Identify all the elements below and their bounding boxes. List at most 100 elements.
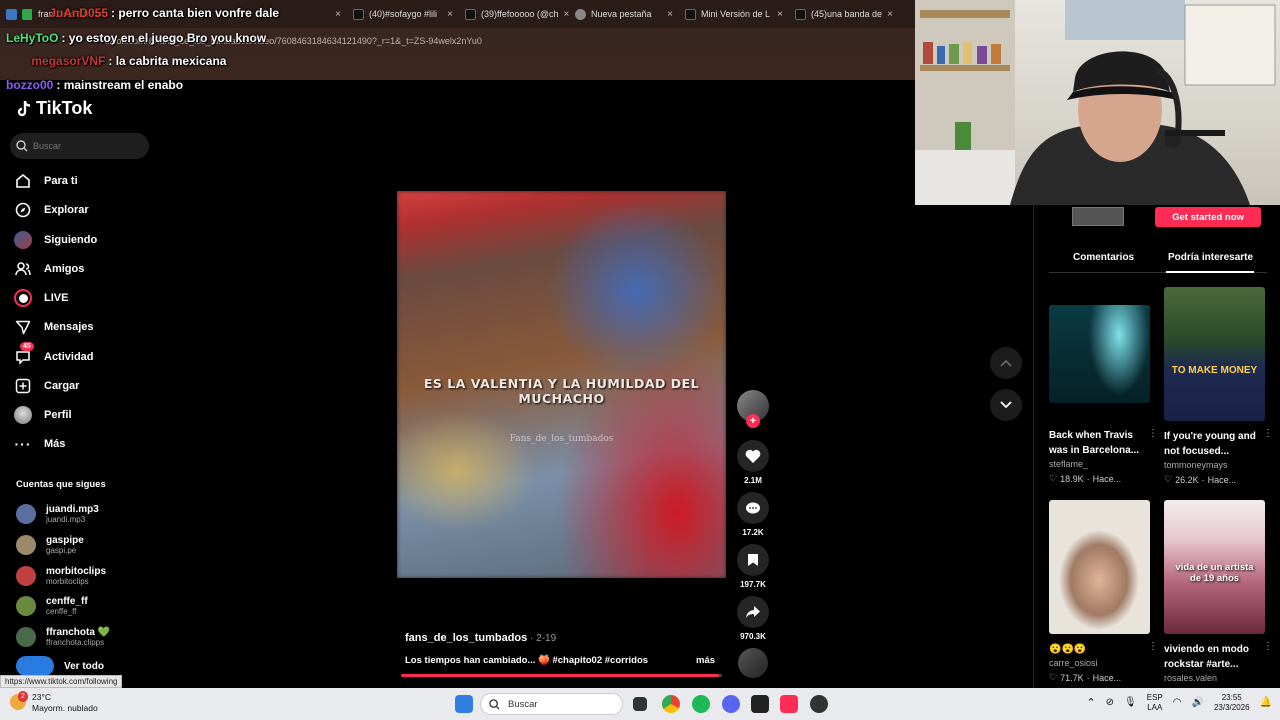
video-progress-bar[interactable]	[401, 674, 722, 677]
following-section-title: Cuentas que sigues	[16, 479, 106, 490]
chat-text: yo estoy en el juego Bro you know	[68, 31, 267, 45]
messages-icon	[14, 318, 32, 336]
thumbnail-overlay-text: vida de un artista de 19 años	[1175, 562, 1254, 584]
nav-perfil[interactable]: Perfil	[14, 403, 154, 427]
network-icon[interactable]: ⊘	[1106, 698, 1114, 708]
chevron-up-icon[interactable]: ⌃	[1086, 698, 1095, 709]
more-options-icon[interactable]: ⋮	[1263, 641, 1273, 652]
more-link[interactable]: más	[696, 655, 715, 666]
sound-avatar-button[interactable]	[737, 648, 769, 678]
nav-siguiendo[interactable]: Siguiendo	[14, 228, 154, 252]
nav-para-ti[interactable]: Para ti	[14, 169, 154, 193]
card-author: carre_osiosi	[1049, 658, 1098, 668]
profile-icon	[14, 406, 32, 424]
recommended-video-card[interactable]: vida de un artista de 19 años viviendo e…	[1164, 500, 1273, 683]
search-input[interactable]	[33, 141, 133, 151]
video-thumbnail	[1049, 500, 1150, 634]
clock[interactable]: 23:55 23/3/2026	[1214, 693, 1250, 713]
tab-2[interactable]: (39)ffefooooo (@ch ×	[459, 0, 569, 28]
close-icon[interactable]: ×	[667, 9, 673, 20]
microphone-icon[interactable]: 🎙	[1124, 698, 1137, 708]
previous-video-button[interactable]	[990, 347, 1022, 379]
bookmark-button[interactable]: 197.7K	[737, 544, 769, 589]
discord-icon[interactable]	[722, 695, 740, 713]
tab-label: (40)#sofaygo #lili	[369, 9, 438, 19]
see-all-label: Ver todo	[64, 660, 105, 672]
card-title: If you're young and not focused...	[1164, 431, 1256, 457]
tab-comentarios[interactable]: Comentarios	[1073, 252, 1134, 263]
language-code: ESP	[1146, 693, 1163, 702]
get-started-button[interactable]: Get started now	[1155, 207, 1261, 227]
recommended-video-card[interactable]: 😮😮😮 ⋮ carre_osiosi ♡ 71.7K · Hace...	[1049, 500, 1158, 683]
avatar	[16, 504, 36, 524]
following-account[interactable]: morbitoclips morbitoclips	[16, 562, 156, 590]
nav-live[interactable]: LIVE	[14, 286, 154, 310]
like-button[interactable]: 2.1M	[737, 440, 769, 485]
volume-icon[interactable]: 🔊	[1192, 698, 1204, 708]
search-box[interactable]	[10, 133, 149, 159]
recommended-video-card[interactable]: Back when Travis was in Barcelona... ⋮ s…	[1049, 305, 1158, 484]
spotify-icon[interactable]	[692, 695, 710, 713]
account-handle: cenffe_ff	[46, 607, 77, 616]
tab-podria-interesarte[interactable]: Podría interesarte	[1168, 252, 1253, 263]
following-account[interactable]: gaspipe gaspi.pe	[16, 531, 156, 559]
tiktok-icon	[795, 8, 806, 20]
tab-label: Nueva pestaña	[591, 9, 652, 19]
nav-amigos[interactable]: Amigos	[14, 257, 154, 281]
obs-icon[interactable]	[810, 695, 828, 713]
video-player[interactable]: ES LA VALENTIA Y LA HUMILDAD DEL MUCHACH…	[397, 191, 726, 578]
nav-label: Actividad	[44, 351, 94, 363]
comment-icon	[737, 492, 769, 524]
more-options-icon[interactable]: ⋮	[1148, 641, 1158, 652]
video-author[interactable]: fans_de_los_tumbados · 2-19	[405, 632, 556, 644]
following-account[interactable]: ffranchota 💚 ffranchota.clipps	[16, 623, 156, 651]
weather-widget[interactable]: 2 23°C Mayorm. nublado	[10, 691, 98, 714]
taskbar-search[interactable]: Buscar	[480, 693, 623, 715]
avatar	[16, 627, 36, 647]
follow-plus-button[interactable]: +	[746, 414, 760, 428]
close-icon[interactable]: ×	[335, 9, 341, 20]
language-indicator[interactable]: ESP LAA	[1147, 693, 1163, 713]
tab-5[interactable]: (45)una banda de ×	[789, 0, 899, 28]
notification-bell-icon[interactable]: 🔔	[1260, 698, 1272, 708]
share-button[interactable]: 970.3K	[737, 596, 769, 641]
tiktok-icon[interactable]	[780, 695, 798, 713]
clock-time: 23:55	[1221, 693, 1242, 702]
nav-explorar[interactable]: Explorar	[14, 198, 154, 222]
more-options-icon[interactable]: ⋮	[1148, 428, 1158, 439]
following-account[interactable]: cenffe_ff cenffe_ff	[16, 592, 156, 620]
chat-message: JuAnD055: perro canta bien vonfre dale	[49, 6, 280, 20]
avatar	[16, 596, 36, 616]
tab-4[interactable]: Mini Versión de L ×	[679, 0, 789, 28]
like-count: 18.9K	[1060, 473, 1084, 484]
following-account[interactable]: juandi.mp3 juandi.mp3	[16, 500, 156, 528]
nav-mensajes[interactable]: Mensajes	[14, 315, 154, 339]
close-icon[interactable]: ×	[887, 9, 893, 20]
chat-message: bozzo00: mainstream el enabo	[6, 78, 184, 92]
comment-button[interactable]: 17.2K	[737, 492, 769, 537]
wifi-icon[interactable]: ◠	[1173, 698, 1182, 708]
card-time: Hace...	[1207, 474, 1237, 485]
account-handle: gaspi.pe	[46, 546, 77, 555]
thumbnail-overlay-text: TO MAKE MONEY	[1171, 365, 1258, 376]
app-icon[interactable]	[751, 695, 769, 713]
chat-text: la cabrita mexicana	[115, 54, 227, 68]
next-video-button[interactable]	[990, 389, 1022, 421]
video-description: Los tiempos han cambiado... 🍑 #chapito02…	[405, 655, 649, 666]
close-icon[interactable]: ×	[447, 9, 453, 20]
nav-label: Perfil	[44, 409, 72, 421]
windows-start-icon[interactable]	[455, 695, 473, 713]
chrome-icon[interactable]	[662, 695, 680, 713]
tab-3[interactable]: Nueva pestaña ×	[569, 0, 679, 28]
tiktok-logo[interactable]: TikTok	[16, 98, 92, 119]
more-options-icon[interactable]: ⋮	[1263, 428, 1273, 439]
nav-actividad[interactable]: 45 Actividad	[14, 342, 154, 369]
weather-temp: 23°C	[32, 692, 51, 702]
tab-1[interactable]: (40)#sofaygo #lili ×	[347, 0, 459, 28]
nav-cargar[interactable]: Cargar	[14, 374, 154, 398]
recommended-video-card[interactable]: TO MAKE MONEY If you're young and not fo…	[1164, 287, 1273, 485]
task-view-icon[interactable]	[633, 697, 647, 711]
close-icon[interactable]: ×	[777, 9, 783, 20]
nav-mas[interactable]: ··· Más	[14, 432, 154, 456]
tiktok-icon	[465, 8, 476, 20]
